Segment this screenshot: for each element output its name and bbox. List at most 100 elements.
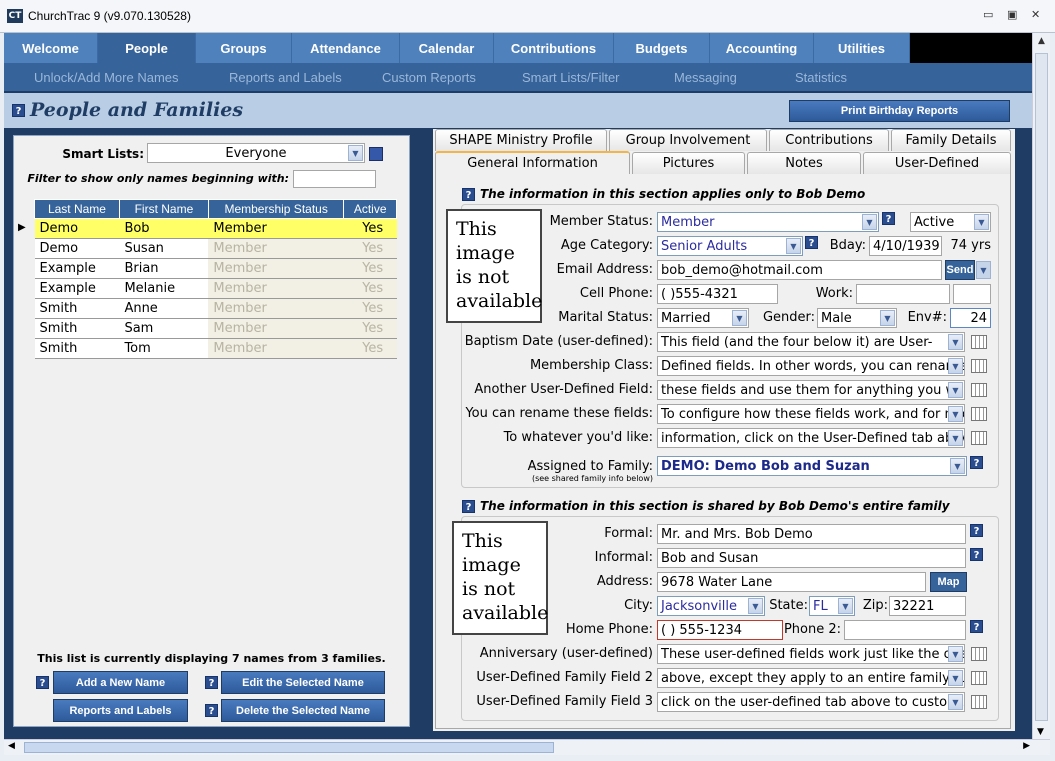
help-icon[interactable]: ?: [205, 704, 218, 717]
chevron-down-icon[interactable]: ▼: [948, 430, 963, 446]
tab-accounting[interactable]: Accounting: [710, 33, 814, 63]
scroll-left-icon[interactable]: ◀: [8, 741, 15, 751]
calendar-icon[interactable]: [971, 383, 987, 397]
age-category-select[interactable]: Senior Adults ▼: [657, 236, 803, 256]
horizontal-scrollbar[interactable]: ◀ ▶: [4, 739, 1050, 755]
informal-field[interactable]: Bob and Susan: [657, 548, 966, 568]
user-field-select[interactable]: These user-defined fields work just like…: [657, 644, 965, 664]
member-status-select[interactable]: Member ▼: [657, 212, 879, 232]
user-field-select[interactable]: To configure how these fields work, and …: [657, 404, 965, 424]
table-row[interactable]: Example Melanie Member Yes: [34, 278, 397, 299]
chevron-down-icon[interactable]: ▼: [732, 310, 747, 326]
help-icon[interactable]: ?: [12, 104, 25, 117]
cell-phone-field[interactable]: ( )555-4321: [657, 284, 778, 304]
user-field-select[interactable]: above, except they apply to an entire fa…: [657, 668, 965, 688]
home-phone-field[interactable]: ( ) 555-1234: [657, 620, 783, 640]
help-icon[interactable]: ?: [882, 212, 895, 225]
tab-user-defined[interactable]: User-Defined: [863, 152, 1011, 174]
chevron-down-icon[interactable]: ▼: [838, 598, 853, 614]
chevron-down-icon[interactable]: ▼: [862, 214, 877, 230]
chevron-down-icon[interactable]: ▼: [948, 406, 963, 422]
edit-name-button[interactable]: Edit the Selected Name: [221, 671, 385, 694]
scrollbar-thumb-h[interactable]: [24, 742, 554, 753]
chevron-down-icon[interactable]: ▼: [948, 646, 963, 662]
chevron-down-icon[interactable]: ▼: [948, 382, 963, 398]
scroll-right-icon[interactable]: ▶: [1023, 741, 1030, 751]
add-name-button[interactable]: Add a New Name: [53, 671, 188, 694]
column-header[interactable]: Membership Status: [207, 199, 345, 219]
tab-notes[interactable]: Notes: [747, 152, 861, 174]
calendar-icon[interactable]: [971, 695, 987, 709]
address-field[interactable]: 9678 Water Lane: [657, 572, 926, 592]
tab-calendar[interactable]: Calendar: [400, 33, 494, 63]
state-select[interactable]: FL ▼: [809, 596, 855, 616]
tab-people[interactable]: People: [98, 33, 196, 63]
tab-group-involvement[interactable]: Group Involvement: [609, 129, 767, 151]
chevron-down-icon[interactable]: ▼: [948, 334, 963, 350]
tab-attendance[interactable]: Attendance: [292, 33, 400, 63]
subnav-item[interactable]: Smart Lists/Filter: [522, 70, 620, 85]
chevron-down-icon[interactable]: ▼: [880, 310, 895, 326]
subnav-item[interactable]: Unlock/Add More Names: [34, 70, 179, 85]
chevron-down-icon[interactable]: ▼: [348, 145, 363, 161]
work-ext-field[interactable]: [953, 284, 991, 304]
chevron-down-icon[interactable]: ▼: [748, 598, 763, 614]
help-icon[interactable]: ?: [805, 236, 818, 249]
table-row[interactable]: Smith Tom Member Yes: [34, 338, 397, 359]
tab-family-details[interactable]: Family Details: [891, 129, 1011, 151]
help-icon[interactable]: ?: [970, 456, 983, 469]
minimize-icon[interactable]: ▭: [983, 8, 993, 21]
chevron-down-icon[interactable]: ▼: [948, 358, 963, 374]
chevron-down-icon[interactable]: ▼: [948, 694, 963, 710]
reports-labels-button[interactable]: Reports and Labels: [53, 699, 188, 722]
active-select[interactable]: Active ▼: [910, 212, 991, 232]
chevron-down-icon[interactable]: ▼: [974, 214, 989, 230]
user-field-select[interactable]: these fields and use them for anything y…: [657, 380, 965, 400]
delete-name-button[interactable]: Delete the Selected Name: [221, 699, 385, 722]
help-icon[interactable]: ?: [462, 500, 475, 513]
calendar-icon[interactable]: [971, 359, 987, 373]
formal-field[interactable]: Mr. and Mrs. Bob Demo: [657, 524, 966, 544]
calendar-icon[interactable]: [971, 647, 987, 661]
smart-list-select[interactable]: Everyone ▼: [147, 143, 365, 163]
column-header[interactable]: Active: [343, 199, 397, 219]
tab-welcome[interactable]: Welcome: [4, 33, 98, 63]
tab-general-information[interactable]: General Information: [435, 151, 630, 174]
calendar-icon[interactable]: [971, 431, 987, 445]
subnav-item[interactable]: Reports and Labels: [229, 70, 342, 85]
chevron-down-icon[interactable]: ▼: [950, 458, 965, 474]
user-field-select[interactable]: information, click on the User-Defined t…: [657, 428, 965, 448]
tab-contributions[interactable]: Contributions: [494, 33, 614, 63]
scroll-down-icon[interactable]: ▼: [1037, 727, 1044, 737]
restore-icon[interactable]: ▣: [1007, 8, 1017, 21]
table-row[interactable]: Demo Susan Member Yes: [34, 238, 397, 259]
chevron-down-icon[interactable]: ▼: [976, 261, 991, 279]
calendar-icon[interactable]: [971, 407, 987, 421]
chevron-down-icon[interactable]: ▼: [948, 670, 963, 686]
calendar-icon[interactable]: [971, 671, 987, 685]
help-icon[interactable]: ?: [462, 188, 475, 201]
tab-budgets[interactable]: Budgets: [614, 33, 710, 63]
tab-contributions[interactable]: Contributions: [769, 129, 889, 151]
tab-shape-ministry[interactable]: SHAPE Ministry Profile: [435, 129, 607, 151]
table-row[interactable]: Smith Anne Member Yes: [34, 298, 397, 319]
table-row[interactable]: Smith Sam Member Yes: [34, 318, 397, 339]
close-icon[interactable]: ✕: [1031, 8, 1040, 21]
assigned-family-select[interactable]: DEMO: Demo Bob and Suzan ▼: [657, 456, 967, 476]
table-row[interactable]: Example Brian Member Yes: [34, 258, 397, 279]
help-icon[interactable]: ?: [970, 548, 983, 561]
scrollbar-thumb[interactable]: [1035, 53, 1048, 721]
tab-groups[interactable]: Groups: [196, 33, 292, 63]
subnav-item[interactable]: Messaging: [674, 70, 737, 85]
help-icon[interactable]: ?: [36, 676, 49, 689]
user-field-select[interactable]: Defined fields. In other words, you can …: [657, 356, 965, 376]
table-row[interactable]: Demo Bob Member Yes: [34, 218, 397, 239]
work-phone-field[interactable]: [856, 284, 950, 304]
send-email-button[interactable]: Send: [945, 260, 975, 280]
scroll-up-icon[interactable]: ▲: [1033, 33, 1050, 46]
map-button[interactable]: Map: [930, 572, 967, 592]
marital-status-select[interactable]: Married ▼: [657, 308, 749, 328]
gender-select[interactable]: Male ▼: [817, 308, 897, 328]
phone2-field[interactable]: [844, 620, 966, 640]
envelope-number-field[interactable]: 24: [950, 308, 991, 328]
